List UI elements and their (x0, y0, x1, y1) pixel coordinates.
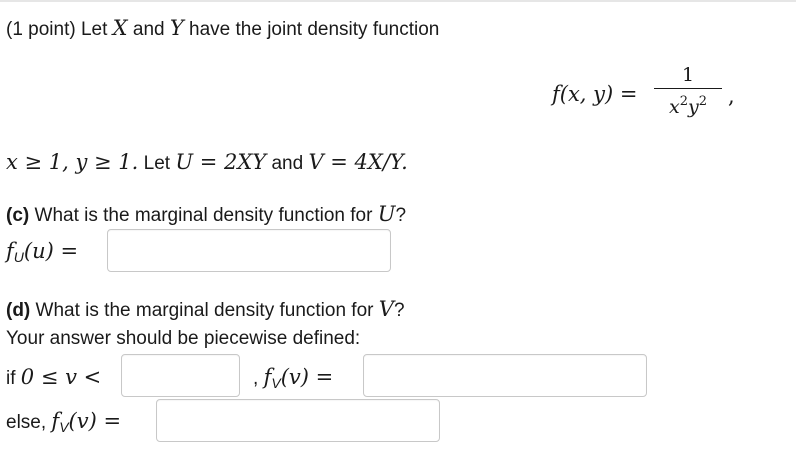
part-c-lhs: fU(u) = (6, 239, 78, 269)
part-d-var: V (378, 297, 394, 321)
den-y: y (687, 96, 699, 118)
fu-sub: U (13, 249, 24, 265)
top-divider (0, 0, 796, 2)
else-lhs: else, fV(v) = (6, 409, 121, 439)
fv-arg: (v) = (280, 365, 334, 389)
density-denominator: x2y2 (654, 91, 722, 118)
intro-and: and (127, 19, 170, 40)
else-text: else, (6, 412, 52, 433)
support-condition: x ≥ 1, y ≥ 1. (6, 150, 139, 174)
part-c-question: (c) What is the marginal density functio… (6, 202, 406, 228)
part-c-text: What is the marginal density function fo… (29, 205, 378, 226)
fv-else-input[interactable] (156, 399, 440, 442)
part-c-label: (c) (6, 205, 30, 226)
problem-intro: (1 point) Let X and Y have the joint den… (6, 16, 439, 42)
v-upper-bound-input[interactable] (121, 354, 240, 397)
v-definition: V = 4X/Y. (308, 150, 408, 174)
intro-prefix: (1 point) Let (6, 19, 113, 40)
var-x: X (112, 16, 128, 40)
part-d-label: (d) (6, 300, 31, 321)
var-y: Y (169, 16, 184, 40)
part-c-var: U (377, 202, 396, 226)
support-line: x ≥ 1, y ≥ 1. Let U = 2XY and V = 4X/Y. (6, 150, 408, 176)
density-numerator: 1 (681, 64, 695, 86)
piece-condition: if 0 ≤ v < (6, 365, 101, 391)
den-x-exp: 2 (679, 94, 688, 109)
density-comma-text: , (728, 84, 735, 108)
density-lhs-text: f(x, y) = (552, 82, 638, 106)
part-d-text: What is the marginal density function fo… (30, 300, 379, 321)
else-fv-arg: (v) = (68, 409, 122, 433)
else-fv-sub: V (59, 419, 69, 435)
density-fraction: 1 x2y2 (654, 64, 722, 118)
fu-arg: (u) = (23, 239, 79, 263)
density-lhs: f(x, y) = (552, 82, 638, 108)
intro-suffix: have the joint density function (183, 19, 440, 40)
if-text: if (6, 368, 21, 389)
den-x: x (668, 96, 680, 118)
condition-text: 0 ≤ v < (20, 365, 102, 389)
fu-f: f (6, 239, 14, 263)
part-d-instruction: Your answer should be piecewise defined: (6, 327, 360, 351)
density-comma: , (728, 84, 735, 110)
fraction-bar (654, 88, 722, 89)
part-d-question: (d) What is the marginal density functio… (6, 297, 405, 323)
part-c-qmark: ? (395, 205, 407, 226)
den-y-exp: 2 (698, 94, 707, 109)
instruction-text: Your answer should be piecewise defined: (6, 328, 361, 349)
fu-answer-input[interactable] (107, 229, 391, 272)
fv-sub: V (271, 375, 281, 391)
and-text: and (266, 153, 309, 174)
fv-piece-input[interactable] (363, 354, 647, 397)
piece-comma: , (253, 368, 259, 389)
piece-lhs: , fV(v) = (253, 365, 333, 395)
part-d-qmark: ? (393, 300, 405, 321)
let-text: Let (138, 153, 176, 174)
u-definition: U = 2XY (175, 150, 267, 174)
